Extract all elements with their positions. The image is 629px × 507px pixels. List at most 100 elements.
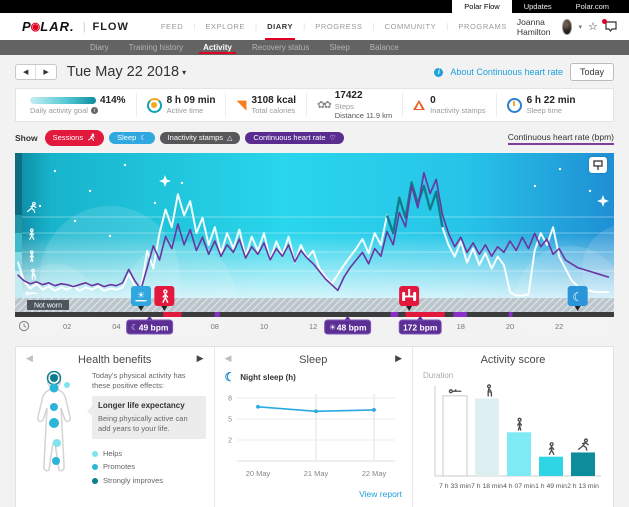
legend-dot-icon [92,451,98,457]
date-dropdown-caret-icon: ▾ [182,68,186,77]
goal-info-icon[interactable]: i [91,107,98,114]
user-name[interactable]: Joanna Hamilton [517,17,556,37]
timeline-segment[interactable] [405,312,444,317]
svg-text:Not worn: Not worn [34,303,62,310]
chip-sessions[interactable]: Sessions [45,130,104,146]
calories-value: 3108 kcal [251,95,296,107]
score-bar[interactable] [443,396,467,476]
sleep-next-arrow[interactable]: ▶ [395,353,402,364]
next-day-button[interactable]: ▶ [35,65,55,79]
user-menu-caret-icon[interactable]: ▾ [578,23,582,31]
tab-updates[interactable]: Updates [512,0,564,13]
activity-zone-scale [15,215,22,233]
hr-axis-label: Continuous heart rate (bpm) [508,132,614,145]
health-legend-item: Strongly improves [92,476,206,486]
svg-text:22 May: 22 May [361,469,386,478]
svg-text:5: 5 [228,417,232,424]
health-prev-arrow[interactable]: ◀ [26,353,33,364]
score-bar[interactable] [539,457,563,476]
nav-progress[interactable]: PROGRESS [305,13,372,40]
sleep-point[interactable] [314,409,318,413]
subnav-diary[interactable]: Diary [88,40,111,55]
activity-score-chart[interactable]: 7 h 33 min7 h 18 min4 h 07 min1 h 49 min… [421,380,605,502]
stat-steps: ✿✿ 17422 Steps Distance 11.9 km [306,93,402,117]
health-legend-item: Helps [92,449,206,459]
sleep-point[interactable] [372,408,376,412]
tab-polar-flow[interactable]: Polar Flow [452,0,511,13]
timeline-segment[interactable] [453,312,467,317]
svg-text:20 May: 20 May [245,469,270,478]
avatar[interactable] [562,19,573,35]
svg-text:21 May: 21 May [303,469,328,478]
notifications-flag-icon[interactable] [604,21,617,33]
chip-sleep[interactable]: Sleep☾ [109,132,154,145]
subnav-activity[interactable]: Activity [201,40,234,55]
triangle-icon: △ [227,135,232,142]
favorites-star-icon[interactable]: ☆ [588,20,598,33]
daily-stats-bar: 414% Daily activity goali 8 h 09 min Act… [15,88,614,122]
today-button[interactable]: Today [570,63,614,81]
diary-subnav: Diary Training history Activity Recovery… [0,40,629,55]
moon-icon: ☾ [140,135,146,142]
prev-day-button[interactable]: ◀ [16,65,35,79]
timeline-segment[interactable] [163,312,181,317]
nav-diary[interactable]: DIARY [257,13,303,40]
timeline-segment[interactable] [509,312,513,317]
main-header: P◉LAR. | FLOW FEED| EXPLORE| DIARY| PROG… [0,13,629,40]
timeline-bar [15,312,614,317]
notification-dot [602,19,607,24]
sleep-clock-icon [507,98,522,113]
svg-text:☾: ☾ [572,290,583,304]
stat-inactivity: 0 Inactivity stamps [402,93,495,117]
night-sleep-chart[interactable]: 85220 May21 May22 May [223,384,401,488]
summary-cards: ◀ Health benefits ▶ Today's physical act… [15,346,614,507]
timeline-segment[interactable] [215,312,220,317]
date-label[interactable]: Tue May 22 2018 [67,64,179,80]
activity-zone-scale [15,233,22,252]
svg-text:2 h 13 min: 2 h 13 min [567,483,599,490]
bpm-badge[interactable]: 172 bpm [399,316,441,334]
sleep-prev-arrow[interactable]: ◀ [225,353,232,364]
polar-logo[interactable]: P◉LAR. | FLOW [22,19,129,34]
hr-chart-svg[interactable]: Not worn0204060810121416182022☀☾☾49 bpm☀… [15,151,614,337]
subnav-balance[interactable]: Balance [368,40,401,55]
activity-zone-scale [15,153,22,215]
sleep-point[interactable] [256,405,260,409]
health-card-title: Health benefits [78,354,151,366]
svg-text:172 bpm: 172 bpm [403,323,438,333]
nav-community[interactable]: COMMUNITY [375,13,447,40]
svg-text:☀: ☀ [137,290,145,300]
health-next-arrow[interactable]: ▶ [197,353,204,364]
legend-dot-icon [92,478,98,484]
show-filter-row: Show Sessions Sleep☾ Inactivity stamps△ … [15,130,614,146]
score-bar[interactable] [507,432,531,476]
user-cluster: Joanna Hamilton ▾ ☆ [517,17,617,37]
nav-feed[interactable]: FEED [151,13,193,40]
walking-icon [549,443,553,454]
subnav-sleep[interactable]: Sleep [327,40,351,55]
about-continuous-hr-link[interactable]: About Continuous heart rate [450,67,563,77]
steps-value: 17422 [335,90,392,102]
chart-flag-icon[interactable] [589,157,607,173]
sitting-icon [488,385,492,396]
calories-label: Total calories [251,106,296,115]
svg-text:☀: ☀ [329,323,336,332]
score-bar[interactable] [571,452,595,476]
sleep-card: ◀ Sleep ▶ ☾ Night sleep (h) 85220 May21 … [214,347,413,507]
view-report-link[interactable]: View report [359,489,402,499]
health-intro-text: Today's physical activity has these posi… [92,371,206,391]
sleep-time-value: 6 h 22 min [527,95,576,107]
timeline-segment[interactable] [391,312,398,317]
subnav-training-history[interactable]: Training history [127,40,185,55]
chip-continuous-heart-rate[interactable]: Continuous heart rate♡ [245,132,343,145]
tab-polar-com[interactable]: Polar.com [564,0,621,13]
nav-explore[interactable]: EXPLORE [195,13,255,40]
nav-programs[interactable]: PROGRAMS [448,13,517,40]
health-tooltip-text: Being physically active can add years to… [98,414,200,434]
chip-inactivity-stamps[interactable]: Inactivity stamps△ [160,132,241,145]
continuous-heart-rate-chart[interactable]: Not worn0204060810121416182022☀☾☾49 bpm☀… [15,151,614,337]
subnav-recovery-status[interactable]: Recovery status [250,40,311,55]
health-legend-item: Promotes [92,462,206,472]
bpm-badge[interactable]: ☀48 bpm [325,316,371,334]
score-bar[interactable] [475,398,499,476]
